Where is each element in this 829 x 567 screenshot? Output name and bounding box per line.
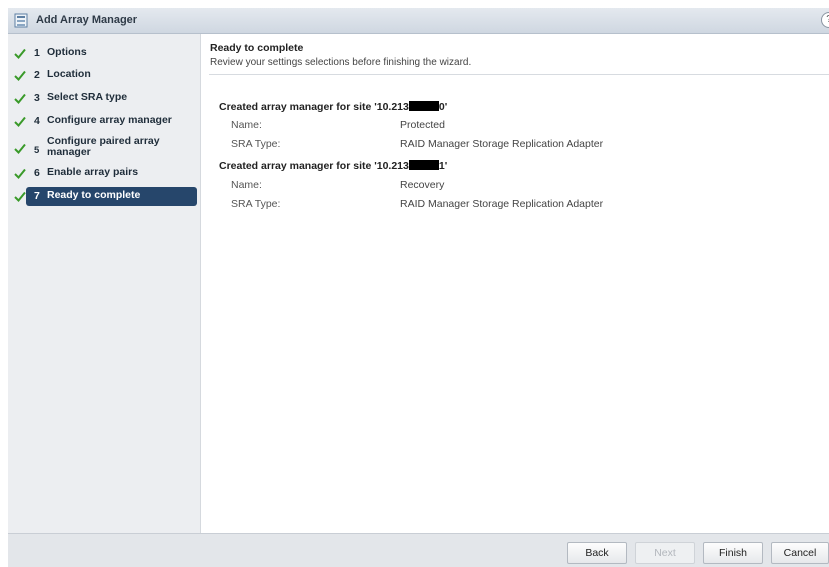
step-configure-paired-array-manager[interactable]: 5 Configure paired array manager [10, 135, 197, 161]
sra-type-value: RAID Manager Storage Replication Adapter [400, 138, 604, 150]
name-value: Recovery [400, 179, 445, 191]
step-label: Options [47, 46, 87, 58]
step-location[interactable]: 2 Location [10, 66, 197, 85]
header-divider [209, 74, 829, 75]
step-configure-array-manager[interactable]: 4 Configure array manager [10, 112, 197, 131]
step-label: Select SRA type [47, 91, 128, 103]
step-options[interactable]: 1 Options [10, 44, 197, 63]
check-icon [14, 93, 26, 104]
page-subtitle: Review your settings selections before f… [210, 57, 472, 68]
step-label: Location [47, 68, 91, 80]
step-label: Configure array manager [47, 114, 172, 126]
step-select-sra-type[interactable]: 3 Select SRA type [10, 89, 197, 108]
array-manager-icon [14, 13, 28, 28]
check-icon [14, 191, 26, 202]
step-number: 1 [34, 47, 40, 59]
sra-type-label: SRA Type: [231, 198, 281, 210]
step-ready-to-complete[interactable]: 7 Ready to complete [10, 187, 197, 206]
check-icon [14, 70, 26, 81]
cancel-button[interactable]: Cancel [771, 542, 829, 564]
name-label: Name: [231, 119, 262, 131]
step-number: 7 [34, 190, 40, 202]
dialog-title: Add Array Manager [36, 14, 138, 26]
step-number: 5 [34, 145, 40, 156]
section-heading-prefix: Created array manager for site '10.213 [219, 160, 409, 172]
section-heading-suffix: 1' [438, 160, 448, 172]
step-label: Ready to complete [47, 189, 141, 201]
step-number: 4 [34, 115, 40, 127]
dialog-title-bar: Add Array Manager ? [8, 8, 829, 34]
wizard-content: Ready to complete Review your settings s… [201, 34, 829, 533]
finish-button[interactable]: Finish [703, 542, 763, 564]
redaction-block [408, 101, 439, 111]
check-icon [14, 143, 26, 154]
page-title: Ready to complete [210, 42, 304, 54]
step-number: 2 [34, 69, 40, 81]
back-button[interactable]: Back [567, 542, 627, 564]
section-heading-suffix: 0' [438, 101, 448, 113]
help-icon[interactable]: ? [821, 12, 829, 28]
check-icon [14, 48, 26, 59]
section-heading-prefix: Created array manager for site '10.213 [219, 101, 409, 113]
sra-type-value: RAID Manager Storage Replication Adapter [400, 198, 604, 210]
section-heading-protected: Created array manager for site '10.213 0' [219, 101, 447, 113]
name-label: Name: [231, 179, 262, 191]
step-label: Enable array pairs [47, 166, 139, 178]
section-heading-recovery: Created array manager for site '10.213 1' [219, 160, 447, 172]
next-button[interactable]: Next [635, 542, 695, 564]
step-number: 6 [34, 167, 40, 179]
redaction-block [408, 160, 439, 170]
step-enable-array-pairs[interactable]: 6 Enable array pairs [10, 164, 197, 183]
wizard-steps-sidebar: 1 Options 2 Location 3 Select SRA type 4… [8, 34, 201, 533]
sra-type-label: SRA Type: [231, 138, 281, 150]
check-icon [14, 168, 26, 179]
step-number: 3 [34, 92, 40, 104]
step-label: Configure paired array manager [47, 135, 160, 158]
name-value: Protected [400, 119, 445, 131]
check-icon [14, 116, 26, 127]
wizard-footer: Back Next Finish Cancel [8, 533, 829, 567]
